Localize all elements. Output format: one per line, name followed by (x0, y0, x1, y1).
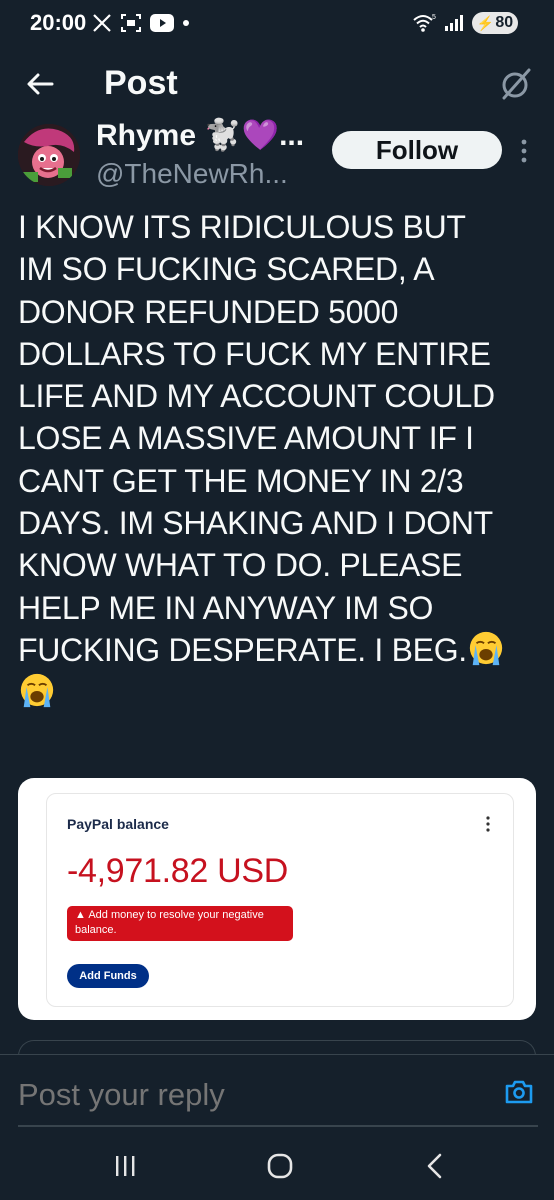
user-handle[interactable]: @TheNewRh... (96, 158, 288, 190)
wifi-icon: 5 (413, 14, 436, 32)
more-vertical-icon[interactable] (514, 136, 534, 166)
arrow-left-icon[interactable] (22, 66, 58, 102)
avatar-illustration (18, 124, 80, 186)
notification-icons (92, 10, 190, 36)
back-icon[interactable] (424, 1152, 446, 1180)
post-body: I KNOW ITS RIDICULOUS BUT IM SO FUCKING … (18, 206, 538, 714)
warning-icon: ▲ (75, 909, 89, 921)
author-row: Rhyme 🐩💜... @TheNewRh... Follow (0, 118, 554, 198)
system-icons: 5 ⚡ 80 (412, 11, 518, 35)
svg-text:5: 5 (432, 14, 436, 21)
top-app-bar: Post (0, 54, 554, 114)
status-bar: 20:00 5 ⚡ 80 (0, 0, 554, 46)
screenshot-icon (121, 14, 141, 32)
reply-input[interactable] (18, 1075, 478, 1115)
dot-icon (183, 20, 189, 26)
x-logo-icon (93, 14, 111, 32)
post-text: I KNOW ITS RIDICULOUS BUT IM SO FUCKING … (18, 209, 495, 668)
avatar[interactable] (18, 124, 80, 186)
paypal-add-funds-button: Add Funds (67, 964, 149, 988)
charging-bolt-icon: ⚡ (476, 14, 495, 31)
reply-bar (0, 1054, 554, 1132)
battery-level: 80 (495, 14, 514, 31)
post-image[interactable]: PayPal balance -4,971.82 USD ▲ Add money… (18, 778, 536, 1020)
youtube-icon (150, 14, 174, 32)
paypal-more-icon (486, 816, 490, 832)
loudly-crying-face-icon (20, 674, 54, 708)
paypal-balance-card: PayPal balance -4,971.82 USD ▲ Add money… (46, 793, 514, 1007)
system-nav-bar (0, 1132, 554, 1200)
reply-underline (18, 1125, 538, 1127)
status-time: 20:00 (30, 10, 87, 35)
paypal-alert: ▲ Add money to resolve your negative bal… (67, 906, 293, 941)
paypal-alert-text: Add money to resolve your negative balan… (75, 909, 264, 936)
grok-icon[interactable] (498, 66, 534, 102)
follow-button[interactable]: Follow (332, 131, 502, 169)
battery-icon: ⚡ 80 (472, 12, 518, 34)
home-icon[interactable] (266, 1152, 294, 1180)
loudly-crying-face-icon (469, 631, 503, 666)
camera-icon[interactable] (504, 1077, 534, 1107)
paypal-balance-amount: -4,971.82 USD (67, 852, 289, 890)
page-title: Post (104, 64, 178, 102)
display-name[interactable]: Rhyme 🐩💜... (96, 118, 304, 153)
paypal-card-title: PayPal balance (67, 816, 169, 832)
recents-icon[interactable] (112, 1154, 138, 1178)
signal-icon (445, 15, 463, 31)
